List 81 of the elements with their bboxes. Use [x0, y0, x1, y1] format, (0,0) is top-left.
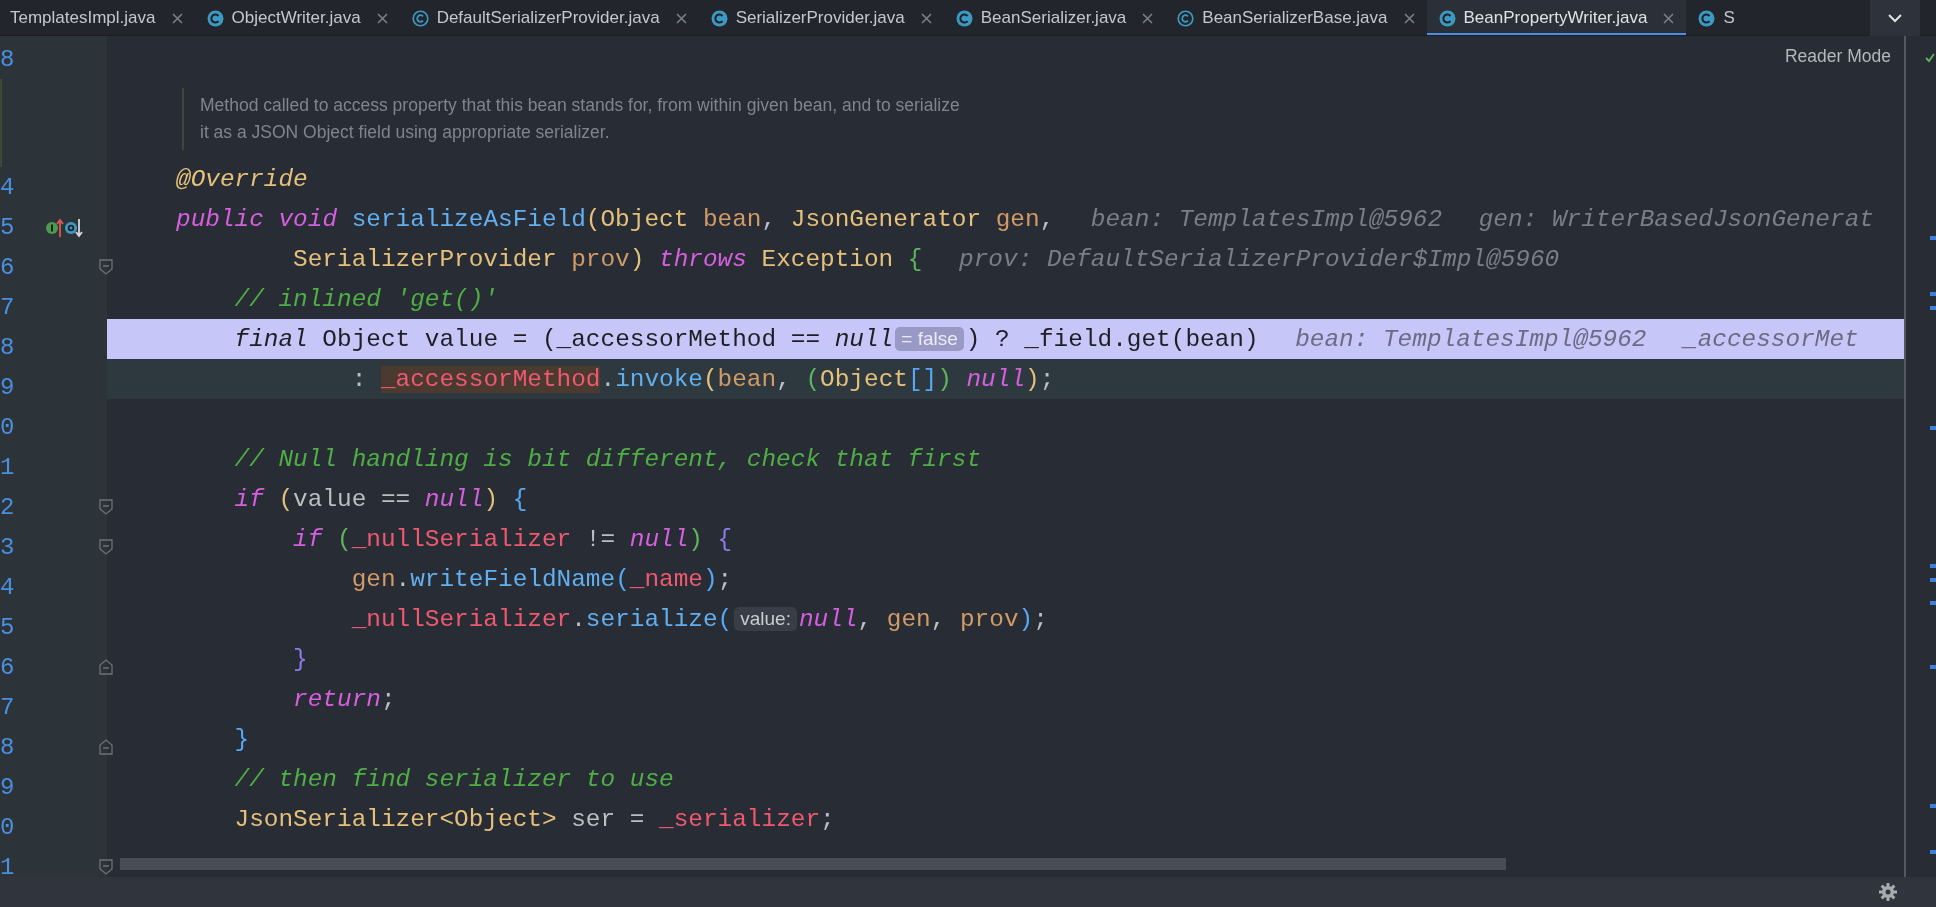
close-icon[interactable] [675, 12, 687, 24]
code-text: @Override [176, 165, 308, 193]
class-icon [710, 9, 728, 27]
code-text: } [233, 725, 250, 753]
line-number: 8 [0, 733, 15, 761]
settings-icon[interactable] [1879, 883, 1897, 901]
fold-icon[interactable] [99, 259, 113, 275]
class-icon [955, 9, 973, 27]
abstract-class-icon [1177, 9, 1195, 27]
doc-comment: Method called to access property that this bean stands for, from within given bean, and to serialize it as a JSON Object field using appropriate serializer. [182, 88, 960, 150]
line-number: 7 [0, 293, 15, 321]
class-icon [1698, 9, 1716, 27]
inline-value-hint: prov: DefaultSerializerProvider$Impl@5960 [959, 245, 1560, 273]
inline-value-hint: bean: TemplatesImpl@5962 [1295, 325, 1647, 353]
inline-value-hint: gen: WriterBasedJsonGenerat [1478, 205, 1874, 233]
close-icon[interactable] [1403, 12, 1415, 24]
fold-icon[interactable] [99, 659, 113, 675]
code-text: if (_nullSerializer != null) { [292, 525, 733, 553]
code-text: _nullSerializer.serialize( [350, 605, 733, 633]
close-icon[interactable] [920, 12, 932, 24]
chevron-down-icon [1887, 11, 1903, 25]
line-number: 6 [0, 653, 15, 681]
line-number: 5 [0, 213, 15, 241]
line-number: 2 [0, 493, 15, 521]
code-text: public void serializeAsField(Object bean, JsonGenerator gen, [176, 205, 1055, 233]
line-number: 1 [0, 853, 15, 877]
close-icon[interactable] [1663, 12, 1675, 24]
code-text: // inlined 'get()' [233, 285, 498, 313]
code-text: // then find serializer to use [233, 765, 674, 793]
editor-tab[interactable]: BeanSerializerBase.java [1165, 0, 1427, 35]
line-number: 9 [0, 773, 15, 801]
editor-tab[interactable]: ObjectWriter.java [194, 0, 400, 35]
code-text: if (value == null) { [233, 485, 528, 513]
code-text: JsonSerializer<Object> ser = _serializer; [233, 805, 835, 833]
editor-tab[interactable]: DefaultSerializerProvider.java [399, 0, 699, 35]
code-text: : _accessorMethod.invoke(bean, (Object[]) null); [350, 365, 1055, 393]
class-icon [1438, 9, 1456, 27]
line-number: 0 [0, 813, 15, 841]
code-text: final Object value = (_accessorMethod == null [233, 325, 894, 353]
line-number: 5 [0, 613, 15, 641]
class-icon [206, 9, 224, 27]
horizontal-scrollbar-thumb[interactable] [120, 858, 1506, 870]
line-number: 0 [0, 413, 15, 441]
editor-tab[interactable]: BeanPropertyWriter.java [1426, 0, 1687, 35]
close-icon[interactable] [376, 12, 388, 24]
editor-tab[interactable]: S [1686, 0, 1747, 35]
inlay-hint: value: [734, 607, 797, 631]
inlay-hint: = false [895, 327, 964, 351]
line-number: 9 [0, 373, 15, 401]
fold-icon[interactable] [99, 859, 113, 875]
line-number: 1 [0, 453, 15, 481]
line-number: 8 [0, 45, 15, 73]
code-text: SerializerProvider prov) throws Exception { [292, 245, 923, 273]
fold-icon[interactable] [99, 739, 113, 755]
code-text: null, gen, prov); [798, 605, 1048, 633]
line-number: 4 [0, 173, 15, 201]
code-text: gen.writeFieldName(_name); [350, 565, 733, 593]
overridden-marker-icon[interactable] [64, 216, 83, 238]
editor-tab[interactable]: TemplatesImpl.java [0, 0, 195, 35]
code-text: } [292, 645, 308, 673]
abstract-class-icon [411, 9, 429, 27]
check-icon [1925, 53, 1935, 63]
line-number: 8 [0, 333, 15, 361]
fold-icon[interactable] [99, 499, 113, 515]
line-number: 7 [0, 693, 15, 721]
code-text: // Null handling is bit different, check that first [233, 445, 982, 473]
implementation-marker-icon[interactable] [45, 216, 64, 238]
editor-tab[interactable]: SerializerProvider.java [698, 0, 944, 35]
fold-icon[interactable] [99, 539, 113, 555]
code-text: return; [292, 685, 396, 713]
code-text: ) ? _field.get(bean) [965, 325, 1259, 353]
reader-mode-button[interactable]: Reader Mode [1782, 44, 1893, 69]
line-number: 6 [0, 253, 15, 281]
inline-value-hint: _accessorMet [1683, 325, 1859, 353]
line-number: 3 [0, 533, 15, 561]
editor-tab[interactable]: BeanSerializer.java [943, 0, 1166, 35]
line-number: 4 [0, 573, 15, 601]
close-icon[interactable] [1142, 12, 1154, 24]
tab-list-button[interactable] [1870, 0, 1920, 36]
close-icon[interactable] [171, 12, 183, 24]
inline-value-hint: bean: TemplatesImpl@5962 [1090, 205, 1443, 233]
